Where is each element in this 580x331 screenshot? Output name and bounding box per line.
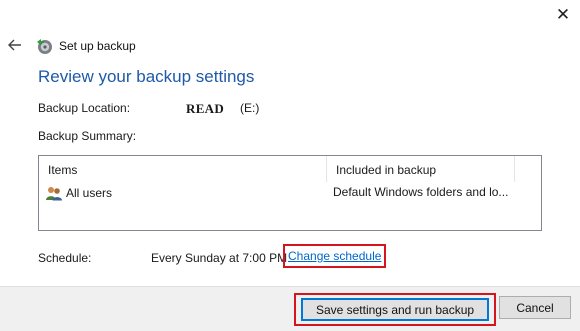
- item-cell: All users: [45, 182, 325, 204]
- change-schedule-highlight: Change schedule: [283, 244, 387, 268]
- backup-summary-table[interactable]: Items Included in backup All users Defau…: [38, 155, 542, 231]
- backup-location-drive: (E:): [240, 101, 260, 115]
- backup-location-label: Backup Location:: [38, 101, 131, 115]
- footer-bar: Save settings and run backup Cancel: [0, 286, 580, 331]
- backup-summary-label: Backup Summary:: [38, 129, 137, 143]
- back-arrow-icon: [8, 39, 21, 51]
- included-cell: Default Windows folders and lo...: [333, 185, 509, 199]
- close-icon: ✕: [555, 5, 571, 24]
- column-header-included[interactable]: Included in backup: [327, 156, 515, 182]
- cancel-button[interactable]: Cancel: [499, 296, 571, 319]
- change-schedule-link[interactable]: Change schedule: [288, 249, 381, 263]
- schedule-label: Schedule:: [38, 251, 92, 265]
- column-header-items[interactable]: Items: [39, 156, 327, 182]
- users-icon: [46, 187, 62, 201]
- backup-app-icon: [37, 39, 52, 54]
- close-button[interactable]: ✕: [546, 0, 580, 30]
- backup-location-name: READ: [186, 101, 225, 116]
- table-header: Items Included in backup: [39, 156, 541, 182]
- table-row[interactable]: All users Default Windows folders and lo…: [39, 182, 541, 204]
- save-button-highlight: Save settings and run backup: [294, 293, 496, 326]
- back-button[interactable]: [6, 36, 24, 54]
- page-heading: Review your backup settings: [38, 67, 255, 86]
- schedule-value: Every Sunday at 7:00 PM: [151, 251, 288, 265]
- item-name: All users: [66, 186, 113, 200]
- save-and-run-backup-button[interactable]: Save settings and run backup: [301, 298, 489, 321]
- window-title: Set up backup: [59, 39, 136, 53]
